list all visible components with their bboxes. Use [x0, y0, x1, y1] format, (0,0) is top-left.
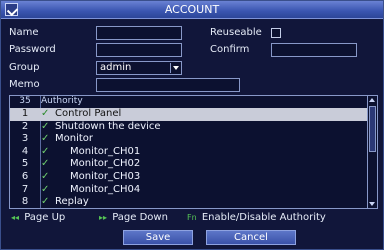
authority-row-name: Monitor_CH04 [70, 183, 141, 195]
checkmark-icon [5, 3, 18, 16]
authority-row-name: Replay [55, 196, 89, 208]
authority-row[interactable]: 5 ✓ Monitor_CH02 [10, 158, 368, 171]
cancel-button[interactable]: Cancel [206, 230, 296, 245]
group-label: Group [9, 62, 40, 73]
authority-row[interactable]: 6 ✓ Monitor_CH03 [10, 171, 368, 184]
check-icon[interactable]: ✓ [41, 146, 53, 159]
chevron-down-icon[interactable] [170, 63, 180, 73]
authority-row[interactable]: 2 ✓ Shutdown the device [10, 121, 368, 134]
scroll-down-icon[interactable] [368, 199, 377, 208]
key-hints: ◂◂ Page Up ▸▸ Page Down Fn Enable/Disabl… [9, 212, 379, 224]
authority-count: 35 [19, 96, 31, 106]
authority-row-name: Shutdown the device [55, 120, 161, 132]
check-icon[interactable]: ✓ [41, 133, 53, 146]
authority-row-index: 5 [21, 158, 29, 170]
check-icon[interactable]: ✓ [41, 121, 53, 134]
authority-row-name: Monitor [55, 133, 94, 145]
title-bar: ACCOUNT [1, 1, 383, 19]
list-scrollbar[interactable] [367, 96, 377, 208]
password-field[interactable] [96, 43, 182, 57]
authority-row-name: Monitor_CH01 [70, 145, 141, 157]
name-label: Name [9, 27, 39, 38]
authority-row-index: 8 [21, 196, 29, 208]
memo-label: Memo [9, 79, 40, 90]
authority-row[interactable]: 3 ✓ Monitor [10, 133, 368, 146]
check-icon[interactable]: ✓ [41, 184, 53, 197]
authority-row-index: 7 [21, 183, 29, 195]
group-select-value: admin [100, 62, 132, 73]
account-dialog: ACCOUNT Name Reuseable Password Confirm … [0, 0, 384, 250]
confirm-label: Confirm [210, 44, 250, 55]
authority-row-index: 4 [21, 145, 29, 157]
check-icon[interactable]: ✓ [41, 158, 53, 171]
authority-list: 35 Authority 1 ✓ Control Panel 2 ✓ Shutd… [9, 95, 378, 209]
check-icon[interactable]: ✓ [41, 196, 53, 208]
authority-row[interactable]: 1 ✓ Control Panel [10, 108, 368, 121]
reuseable-checkbox[interactable] [271, 28, 281, 38]
authority-row-index: 6 [21, 170, 29, 182]
page-down-label: Page Down [112, 212, 168, 223]
memo-field[interactable] [96, 78, 240, 92]
scroll-up-icon[interactable] [368, 96, 377, 105]
save-button[interactable]: Save [123, 230, 193, 245]
toggle-label: Enable/Disable Authority [201, 212, 326, 223]
fn-key-icon: Fn [187, 213, 197, 222]
scroll-thumb[interactable] [369, 106, 376, 152]
authority-row-name: Monitor_CH03 [70, 170, 141, 182]
check-icon[interactable]: ✓ [41, 108, 53, 121]
page-down-hint: ▸▸ Page Down [99, 212, 168, 223]
name-field[interactable] [96, 26, 182, 40]
authority-row-name: Control Panel [55, 108, 122, 119]
check-icon[interactable]: ✓ [41, 171, 53, 184]
authority-row-index: 3 [21, 133, 29, 145]
page-up-key-icon: ◂◂ [11, 213, 20, 222]
reuseable-label: Reuseable [210, 27, 262, 38]
authority-row[interactable]: 4 ✓ Monitor_CH01 [10, 146, 368, 159]
authority-row-index: 1 [21, 108, 29, 119]
authority-row[interactable]: 8 ✓ Replay [10, 196, 368, 208]
authority-column-header: Authority [41, 96, 83, 106]
authority-row-index: 2 [21, 120, 29, 132]
toggle-hint: Fn Enable/Disable Authority [187, 212, 326, 223]
authority-list-header: 35 Authority [10, 96, 368, 107]
authority-rows: 1 ✓ Control Panel 2 ✓ Shutdown the devic… [10, 108, 368, 208]
confirm-field[interactable] [271, 43, 357, 57]
password-label: Password [9, 44, 56, 55]
authority-row-name: Monitor_CH02 [70, 158, 141, 170]
page-down-key-icon: ▸▸ [99, 213, 108, 222]
authority-row[interactable]: 7 ✓ Monitor_CH04 [10, 184, 368, 197]
group-select[interactable]: admin [96, 61, 182, 75]
page-up-label: Page Up [24, 212, 66, 223]
page-up-hint: ◂◂ Page Up [11, 212, 65, 223]
dialog-title: ACCOUNT [164, 3, 220, 16]
